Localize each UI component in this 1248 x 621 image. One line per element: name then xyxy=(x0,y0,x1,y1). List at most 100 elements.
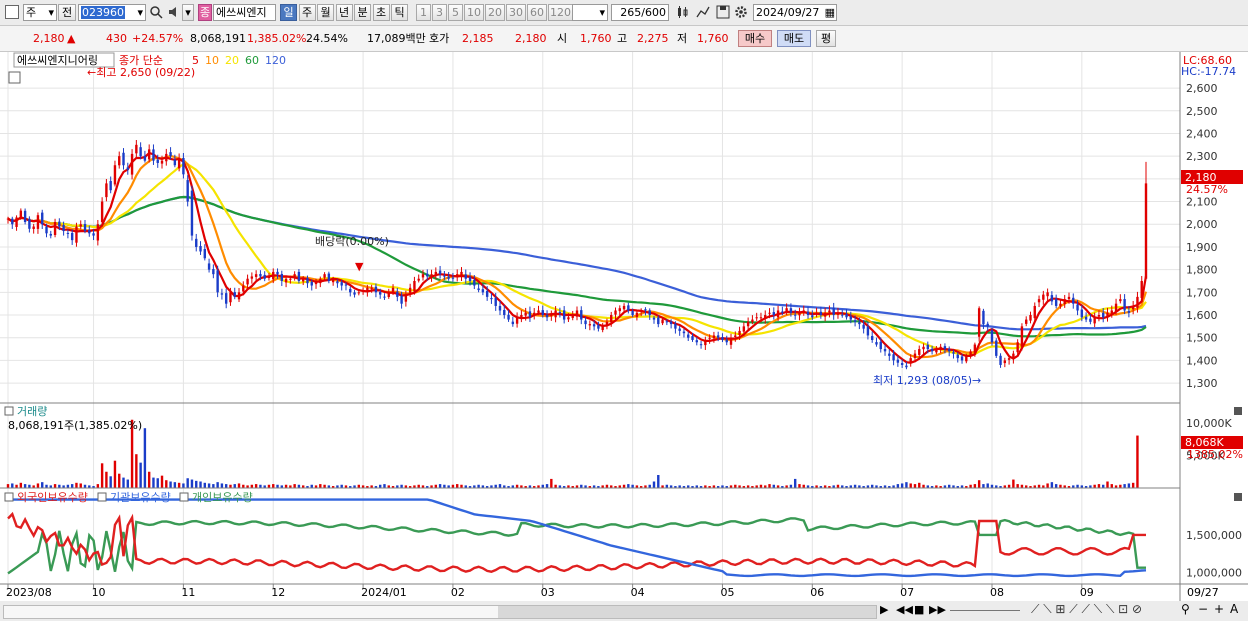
chevron-down-icon: ▾ xyxy=(599,6,605,19)
zoom-out-icon[interactable]: − xyxy=(1198,602,1208,616)
candle-body xyxy=(195,238,198,247)
candle-body xyxy=(165,153,168,162)
candle-body xyxy=(785,308,788,313)
candle-body xyxy=(875,342,878,345)
close-pane-icon[interactable] xyxy=(1234,407,1242,415)
zoom-in-icon[interactable]: + xyxy=(1214,602,1224,616)
candle-body xyxy=(434,271,438,275)
y-tick-label: 2,500 xyxy=(1186,105,1218,118)
x-tick-label: 11 xyxy=(181,586,195,599)
candle-body xyxy=(969,351,972,356)
low-label: 저 xyxy=(677,32,688,45)
speaker-icon[interactable] xyxy=(167,5,181,19)
candle-body xyxy=(977,308,981,337)
date-input[interactable]: 2024/09/27 ▦ xyxy=(753,4,837,21)
candle-body xyxy=(246,278,249,285)
volume-bar xyxy=(139,462,142,488)
chevron-down-icon[interactable]: ▾ xyxy=(182,4,194,21)
eval-button[interactable]: 평 xyxy=(816,30,836,47)
pane-icon xyxy=(4,406,14,416)
candle-body xyxy=(426,273,429,277)
scrollbar-track[interactable] xyxy=(3,605,877,619)
candle-body xyxy=(1054,298,1058,306)
low-price: 1,760 xyxy=(697,32,729,45)
sell-button[interactable]: 매도 xyxy=(777,30,811,47)
tab-minute[interactable]: 5 xyxy=(448,4,463,21)
candle-body xyxy=(15,217,18,227)
y-tick-label: 2,600 xyxy=(1186,82,1218,95)
volume-bar xyxy=(118,473,121,488)
forward-icon[interactable]: ▶▶ xyxy=(929,603,946,616)
prev-button[interactable]: 전 xyxy=(58,4,76,21)
candle-body xyxy=(1042,294,1045,300)
rewind-icon[interactable]: ◀◀ xyxy=(896,603,913,616)
candle-body xyxy=(430,274,433,277)
tab-period[interactable]: 주 xyxy=(298,4,316,21)
tab-period[interactable]: 년 xyxy=(335,4,353,21)
tab-period[interactable]: 일 xyxy=(280,4,297,21)
candle-body xyxy=(721,337,724,340)
code-input[interactable]: 023960 ▾ xyxy=(78,4,146,21)
drawing-tools-icon[interactable]: ⟋ ⟍ ⊞ ⟋ ⟋ ⟍ ⟍ ⊡ ⊘ xyxy=(1031,602,1142,617)
tab-period[interactable]: 분 xyxy=(354,4,371,21)
candle-body xyxy=(712,335,716,339)
zoom-icon[interactable]: ⚲ xyxy=(1181,602,1190,616)
candle-body xyxy=(699,344,703,346)
tab-minute[interactable]: 120 xyxy=(548,4,573,21)
stop-icon[interactable]: ■ xyxy=(914,603,924,616)
interval-select[interactable]: ▾ xyxy=(572,4,608,21)
candle-body xyxy=(973,344,977,353)
candle-body xyxy=(263,274,266,279)
quote-value: 17,089백만 xyxy=(367,32,426,45)
gear-icon[interactable] xyxy=(734,5,748,19)
save-icon[interactable] xyxy=(716,5,730,19)
volume-bar xyxy=(657,475,660,488)
arrow-right-icon: → xyxy=(972,374,981,387)
scroll-right-icon[interactable]: ▶ xyxy=(880,603,888,616)
close-pane-icon[interactable] xyxy=(1234,493,1242,501)
volume-bar xyxy=(177,482,181,488)
candle-icon[interactable] xyxy=(676,5,690,19)
candle-body xyxy=(1136,296,1139,308)
candle-body xyxy=(443,275,446,277)
last-pct: 24.57% xyxy=(1186,183,1228,196)
buy-button[interactable]: 매수 xyxy=(738,30,772,47)
tab-minute[interactable]: 60 xyxy=(527,4,547,21)
candle-body xyxy=(524,312,527,316)
legend-item: 외국인보유수량 xyxy=(17,491,88,504)
volume-bar xyxy=(53,484,57,488)
calendar-icon[interactable]: ▦ xyxy=(825,5,835,20)
tab-period[interactable]: 초 xyxy=(372,4,390,21)
candle-body xyxy=(361,290,365,292)
tab-minute[interactable]: 1 xyxy=(416,4,431,21)
window-icon[interactable] xyxy=(5,5,19,19)
tab-period[interactable]: 월 xyxy=(317,4,334,21)
tab-minute[interactable]: 10 xyxy=(464,4,484,21)
candle-body xyxy=(528,311,532,318)
auto-scale-icon[interactable]: A xyxy=(1230,602,1238,616)
tab-minute[interactable]: 3 xyxy=(432,4,447,21)
count-input[interactable]: 265/600 xyxy=(611,4,669,21)
candle-body xyxy=(836,312,840,315)
candle-body xyxy=(503,309,506,316)
candle-body xyxy=(456,274,459,278)
volume-bar xyxy=(1046,483,1049,488)
search-icon[interactable] xyxy=(149,5,163,19)
tab-minute[interactable]: 20 xyxy=(485,4,505,21)
candle-body xyxy=(1097,315,1101,317)
candle-body xyxy=(477,288,480,291)
tab-period[interactable]: 틱 xyxy=(391,4,408,21)
badge-button[interactable]: 종 xyxy=(198,4,212,21)
candle-body xyxy=(601,326,604,331)
scrollbar-thumb[interactable] xyxy=(498,606,876,618)
candle-body xyxy=(83,223,87,232)
market-select[interactable]: 주 ▾ xyxy=(23,4,57,21)
tab-minute[interactable]: 30 xyxy=(506,4,526,21)
candle-body xyxy=(19,210,23,218)
calendar-icon[interactable] xyxy=(8,71,21,84)
high-annotation-text: 최고 2,650 (09/22) xyxy=(96,66,195,79)
draw-line-icon[interactable] xyxy=(696,5,710,19)
candle-body xyxy=(562,310,566,320)
zoom-slider[interactable] xyxy=(950,610,1020,611)
volume-bar xyxy=(173,482,177,488)
